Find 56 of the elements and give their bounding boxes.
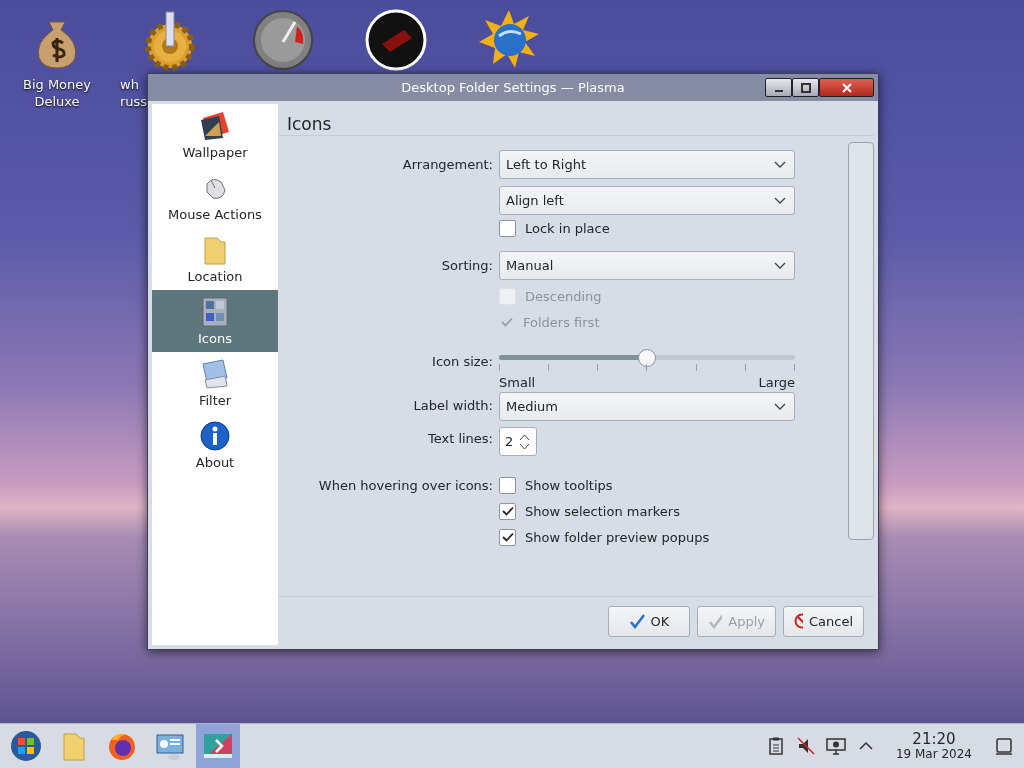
checkbox[interactable]: Show tooltips — [499, 472, 613, 498]
maximize-button[interactable] — [792, 78, 819, 97]
sidebar-item[interactable]: Icons — [152, 290, 278, 352]
chevron-down-icon — [774, 160, 786, 169]
info-icon — [199, 420, 231, 452]
close-icon — [841, 82, 852, 93]
field-label: Arrangement: — [402, 157, 493, 172]
clock-date[interactable]: 19 Mar 2024 — [895, 747, 972, 761]
field-label: Sorting: — [441, 258, 493, 273]
clock-time[interactable]: 21:20 — [912, 731, 956, 747]
checkbox[interactable]: Show folder preview popups — [499, 524, 710, 550]
cancel-button[interactable]: Cancel — [783, 605, 864, 637]
checkbox[interactable]: Show selection markers — [499, 498, 680, 524]
show-desktop-icon[interactable] — [994, 736, 1014, 756]
chevron-down-icon[interactable] — [519, 441, 531, 451]
checkmark-icon — [500, 317, 513, 327]
checkbox[interactable]: Lock in place — [499, 215, 610, 241]
text-lines-spinbox[interactable]: 2 — [499, 427, 537, 456]
checkmark-icon — [708, 613, 723, 629]
speaker-muted-icon[interactable] — [795, 736, 816, 756]
checkmark-icon — [501, 532, 514, 542]
chevron-down-icon — [774, 261, 786, 270]
field-label: When hovering over icons: — [318, 477, 493, 493]
slider-max-label: Large — [758, 375, 795, 390]
gauge-icon[interactable] — [251, 8, 315, 72]
chevron-down-icon — [774, 196, 786, 205]
icon-label: wh russ — [120, 76, 149, 110]
field-label: Text lines: — [427, 431, 493, 446]
window-title: Desktop Folder Settings — Plasma — [401, 80, 625, 95]
wallpaper-icon — [199, 110, 231, 142]
icon-grid-icon — [199, 296, 231, 328]
field-label: Label width: — [413, 398, 493, 413]
chevron-down-icon — [774, 402, 786, 411]
checkmark-icon — [501, 506, 514, 516]
alignment-dropdown[interactable]: Align left — [499, 186, 795, 215]
checkmark-icon — [628, 613, 645, 629]
sorting-dropdown[interactable]: Manual — [499, 251, 795, 280]
ok-button[interactable]: OK — [608, 605, 690, 637]
slider-min-label: Small — [499, 375, 536, 390]
apply-button: Apply — [697, 605, 776, 637]
maximize-icon — [800, 82, 811, 93]
minimize-button[interactable] — [765, 78, 792, 97]
start-orb-icon — [10, 730, 42, 762]
scrollbar-thumb[interactable] — [848, 142, 874, 540]
arrangement-dropdown[interactable]: Left to Right — [499, 150, 795, 179]
disc-icon[interactable] — [364, 8, 428, 72]
monitor-icon[interactable] — [825, 736, 846, 756]
label-width-dropdown[interactable]: Medium — [499, 392, 795, 421]
close-button[interactable] — [819, 78, 874, 97]
chevron-up-icon[interactable] — [519, 432, 531, 442]
field-label: Icon size: — [432, 353, 493, 369]
taskbar-item[interactable] — [196, 724, 240, 768]
cancel-icon — [794, 613, 803, 629]
minimize-icon — [774, 89, 783, 92]
icon-label: Big Money Deluxe — [22, 76, 92, 110]
page-title: Icons — [278, 104, 874, 136]
